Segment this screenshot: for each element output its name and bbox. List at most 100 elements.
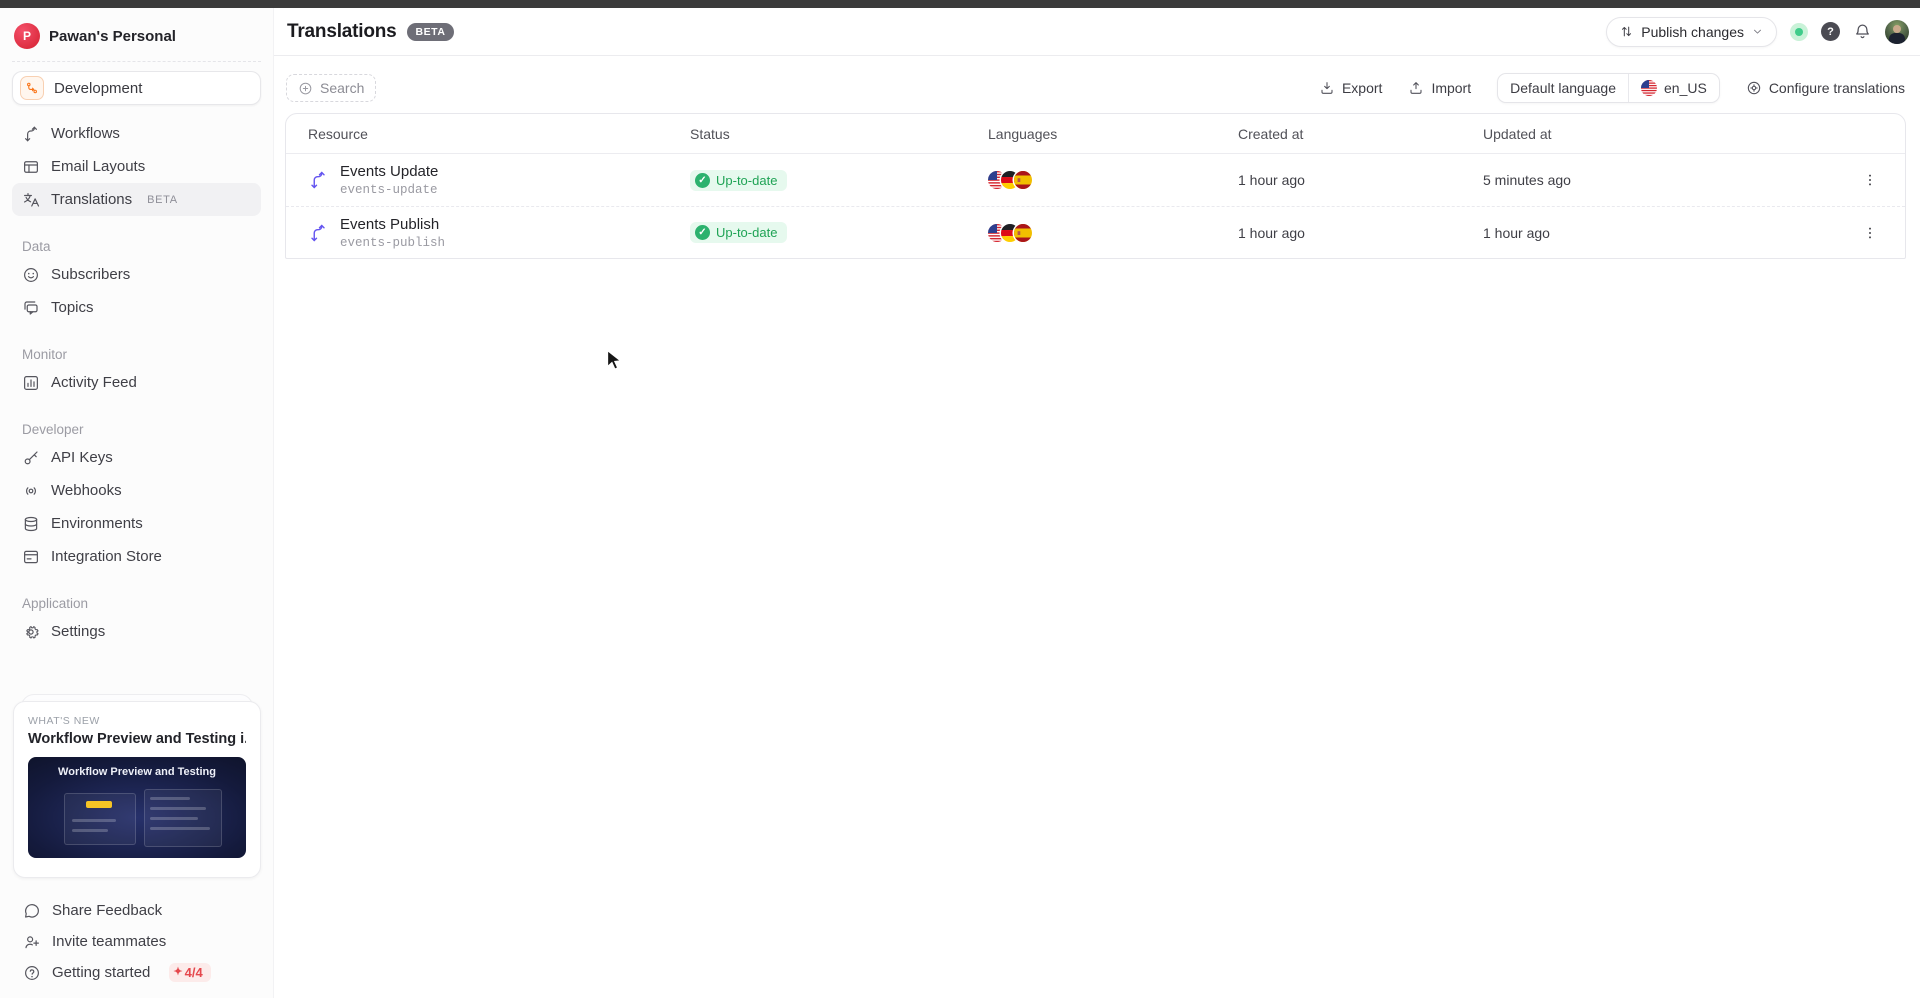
whats-new-card[interactable]: WHAT'S NEW Workflow Preview and Testing …	[13, 701, 261, 878]
user-avatar[interactable]	[1885, 20, 1909, 44]
sidebar-item-subscribers[interactable]: Subscribers	[12, 258, 261, 291]
circle-plus-icon	[298, 81, 313, 96]
sidebar-item-label: Activity Feed	[51, 374, 137, 391]
subscribers-icon	[22, 266, 40, 284]
sidebar-item-workflows[interactable]: Workflows	[12, 117, 261, 150]
sidebar-section-monitor: Monitor	[12, 342, 261, 366]
thumbnail-highlight	[86, 801, 112, 808]
default-language-value[interactable]: en_US	[1628, 74, 1719, 102]
help-button[interactable]: ?	[1821, 22, 1840, 41]
activity-chart-icon	[22, 374, 40, 392]
sidebar-item-label: Subscribers	[51, 266, 130, 283]
sidebar-item-environments[interactable]: Environments	[12, 507, 261, 540]
app-window: P Pawan's Personal Development Workflows…	[0, 8, 1920, 998]
whats-new-title: Workflow Preview and Testing i...	[28, 731, 246, 747]
sidebar-section-application: Application	[12, 591, 261, 615]
sidebar-item-email-layouts[interactable]: Email Layouts	[12, 150, 261, 183]
status-badge: ✓ Up-to-date	[690, 170, 787, 191]
created-at-cell: 1 hour ago	[1238, 225, 1483, 241]
translations-table: Resource Status Languages Created at Upd…	[285, 113, 1906, 259]
user-plus-icon	[23, 933, 41, 951]
sidebar-section-developer: Developer	[12, 417, 261, 441]
getting-started-progress-badge: ✦4/4	[169, 963, 210, 982]
main-content: Translations BETA Publish changes ? Sear…	[274, 8, 1920, 998]
default-language-label[interactable]: Default language	[1498, 74, 1628, 102]
share-feedback-button[interactable]: Share Feedback	[13, 895, 261, 926]
org-logo: P	[14, 23, 40, 49]
es-flag-icon	[1014, 224, 1032, 242]
org-switcher[interactable]: P Pawan's Personal	[12, 8, 261, 51]
thumbnail-line	[150, 817, 198, 820]
es-flag-icon	[1014, 171, 1032, 189]
resource-name: Events Update	[340, 163, 438, 181]
whats-new-thumbnail[interactable]: Workflow Preview and Testing	[28, 757, 246, 858]
org-name: Pawan's Personal	[49, 28, 176, 45]
getting-started-button[interactable]: Getting started ✦4/4	[13, 957, 261, 988]
column-header-updated-at: Updated at	[1483, 126, 1849, 142]
row-actions-kebab-menu[interactable]	[1857, 167, 1883, 193]
column-header-created-at: Created at	[1238, 126, 1483, 142]
row-actions-kebab-menu[interactable]	[1857, 220, 1883, 246]
page-beta-badge: BETA	[407, 23, 455, 41]
search-button[interactable]: Search	[286, 74, 376, 102]
environment-label: Development	[54, 80, 142, 97]
sidebar-item-topics[interactable]: Topics	[12, 291, 261, 324]
beta-tag: BETA	[147, 194, 178, 206]
whats-new-thumbnail-title: Workflow Preview and Testing	[28, 766, 246, 778]
connection-status-indicator	[1790, 23, 1808, 41]
sidebar-item-api-keys[interactable]: API Keys	[12, 441, 261, 474]
thumbnail-line	[150, 807, 206, 810]
sidebar-item-webhooks[interactable]: Webhooks	[12, 474, 261, 507]
default-language-control: Default language en_US	[1497, 73, 1720, 103]
created-at-cell: 1 hour ago	[1238, 172, 1483, 188]
languages-flag-stack	[988, 224, 1238, 242]
sidebar-footer: Share Feedback Invite teammates Getting …	[13, 895, 261, 988]
download-icon	[1319, 80, 1335, 96]
sidebar-nav: Workflows Email Layouts Translations BET…	[12, 117, 261, 648]
sidebar-item-label: Email Layouts	[51, 158, 145, 175]
column-header-resource: Resource	[286, 126, 690, 142]
webhook-icon	[22, 482, 40, 500]
configure-translations-button[interactable]: Configure translations	[1746, 80, 1905, 96]
sidebar-item-settings[interactable]: Settings	[12, 615, 261, 648]
sidebar-item-label: Workflows	[51, 125, 120, 142]
column-header-languages: Languages	[988, 126, 1238, 142]
upload-icon	[1408, 80, 1424, 96]
check-icon: ✓	[695, 225, 710, 240]
us-flag-icon	[1641, 80, 1657, 96]
gear-icon	[22, 623, 40, 641]
sidebar-item-activity-feed[interactable]: Activity Feed	[12, 366, 261, 399]
resource-slug: events-publish	[340, 236, 445, 250]
resource-slug: events-update	[340, 183, 438, 197]
environment-selector[interactable]: Development	[12, 71, 261, 105]
thumbnail-line	[72, 819, 116, 822]
column-header-status: Status	[690, 126, 988, 142]
workflow-resource-icon	[308, 223, 328, 243]
sidebar-divider	[12, 61, 261, 62]
sidebar-item-label: Topics	[51, 299, 94, 316]
thumbnail-line	[72, 829, 108, 832]
feedback-bubble-icon	[23, 902, 41, 920]
page-header: Translations BETA Publish changes ?	[274, 8, 1920, 56]
environment-branch-icon	[20, 76, 44, 100]
table-row[interactable]: Events Publish events-publish ✓ Up-to-da…	[286, 206, 1905, 258]
notifications-bell-icon[interactable]	[1853, 22, 1872, 41]
translations-toolbar: Search Export Import Default language en…	[274, 56, 1920, 113]
sidebar-item-integration-store[interactable]: Integration Store	[12, 540, 261, 573]
invite-teammates-button[interactable]: Invite teammates	[13, 926, 261, 957]
publish-changes-button[interactable]: Publish changes	[1606, 17, 1777, 47]
sidebar-item-label: Environments	[51, 515, 143, 532]
sidebar-item-translations[interactable]: Translations BETA	[12, 183, 261, 216]
sidebar-item-label: Webhooks	[51, 482, 122, 499]
translate-icon	[22, 191, 40, 209]
updated-at-cell: 1 hour ago	[1483, 225, 1849, 241]
import-button[interactable]: Import	[1408, 80, 1471, 96]
table-row[interactable]: Events Update events-update ✓ Up-to-date	[286, 154, 1905, 206]
export-button[interactable]: Export	[1319, 80, 1382, 96]
footer-item-label: Getting started	[52, 964, 150, 981]
gear-circle-icon	[1746, 80, 1762, 96]
sidebar-item-label: Translations	[51, 191, 132, 208]
key-icon	[22, 449, 40, 467]
footer-item-label: Invite teammates	[52, 933, 166, 950]
workflow-resource-icon	[308, 170, 328, 190]
